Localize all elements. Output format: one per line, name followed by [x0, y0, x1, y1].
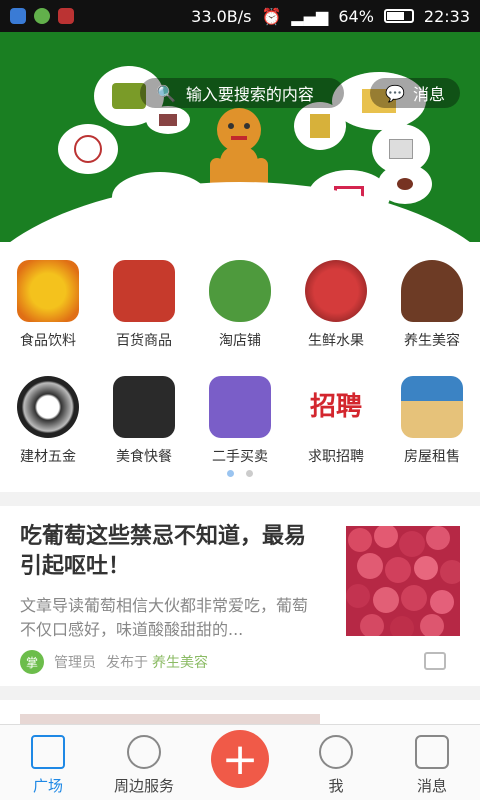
net-speed: 33.0B/s — [191, 6, 252, 26]
fastfood-icon — [113, 376, 175, 438]
page-dot-active — [227, 470, 234, 477]
page-dot — [246, 470, 253, 477]
signal-icon: ▂▄▆ — [291, 6, 329, 26]
food-icon — [17, 260, 79, 322]
author-name: 管理员 — [54, 655, 96, 671]
web-bubble — [58, 124, 118, 174]
chat-icon: 💬 — [385, 83, 405, 103]
store-icon — [113, 260, 175, 322]
category-taoshop[interactable]: 淘店铺 — [192, 260, 288, 350]
category-grid: 食品饮料 百货商品 淘店铺 生鲜水果 养生美容 建材五金 美食快餐 二手买卖 招… — [0, 242, 480, 492]
wallet-bubble — [146, 106, 190, 134]
category-fresh-fruit[interactable]: 生鲜水果 — [288, 260, 384, 350]
clock: 22:33 — [423, 6, 470, 26]
article-title: 吃葡萄这些禁忌不知道，最易引起呕吐！ — [20, 524, 307, 579]
search-placeholder: 输入要搜索的内容 — [185, 85, 314, 104]
article-meta: 掌 管理员 发布于 养生美容 — [20, 650, 208, 674]
category-secondhand[interactable]: 二手买卖 — [192, 376, 288, 466]
train-icon — [58, 8, 74, 24]
hero-banner[interactable]: 🔍 输入要搜索的内容 💬 消息 — [0, 32, 480, 242]
bug-bubble — [378, 164, 432, 204]
shop-icon — [209, 260, 271, 322]
house-msg-icon — [415, 735, 449, 769]
avatar: 掌 — [20, 650, 44, 674]
message-button[interactable]: 💬 消息 — [370, 78, 460, 108]
category-hardware[interactable]: 建材五金 — [0, 376, 96, 466]
hardware-icon — [17, 376, 79, 438]
beauty-icon — [401, 260, 463, 322]
article-desc: 文章导读葡萄相信大伙都非常爱吃，葡萄不仅口感好，味道酸酸甜甜的... — [20, 596, 309, 639]
user-icon — [319, 735, 353, 769]
tab-me[interactable]: 我 — [288, 735, 384, 796]
location-icon — [127, 735, 161, 769]
tab-plaza[interactable]: 广场 — [0, 735, 96, 796]
add-button[interactable]: + — [211, 730, 269, 788]
comment-icon[interactable] — [424, 652, 446, 670]
grapes-thumbnail — [346, 526, 460, 636]
category-general-goods[interactable]: 百货商品 — [96, 260, 192, 350]
battery-text: 64% — [338, 6, 374, 26]
search-icon: 🔍 — [156, 83, 176, 103]
jobs-icon: 招聘 — [309, 392, 362, 422]
battery-icon — [383, 9, 414, 23]
category-jobs[interactable]: 招聘 求职招聘 — [288, 376, 384, 466]
house-icon — [401, 376, 463, 438]
app-icon — [10, 8, 26, 24]
tab-messages[interactable]: 消息 — [384, 735, 480, 796]
article-card[interactable]: 吃葡萄这些禁忌不知道，最易引起呕吐！ 文章导读葡萄相信大伙都非常爱吃，葡萄不仅口… — [0, 506, 480, 686]
secondhand-icon — [209, 376, 271, 438]
alarm-icon: ⏰ — [261, 6, 282, 26]
page-indicator — [0, 470, 480, 477]
category-beauty[interactable]: 养生美容 — [384, 260, 480, 350]
posted-in-label: 发布于 — [106, 655, 148, 671]
article-category: 养生美容 — [152, 655, 208, 671]
message-label: 消息 — [412, 85, 445, 104]
category-fastfood[interactable]: 美食快餐 — [96, 376, 192, 466]
fruit-icon — [305, 260, 367, 322]
search-input[interactable]: 🔍 输入要搜索的内容 — [140, 78, 344, 108]
notification-icon — [34, 8, 50, 24]
category-house-rent[interactable]: 房屋租售 — [384, 376, 480, 466]
tab-nearby[interactable]: 周边服务 — [96, 735, 192, 796]
category-food[interactable]: 食品饮料 — [0, 260, 96, 350]
status-bar: 33.0B/s ⏰ ▂▄▆ 64% 22:33 — [0, 0, 480, 32]
plaza-icon — [31, 735, 65, 769]
